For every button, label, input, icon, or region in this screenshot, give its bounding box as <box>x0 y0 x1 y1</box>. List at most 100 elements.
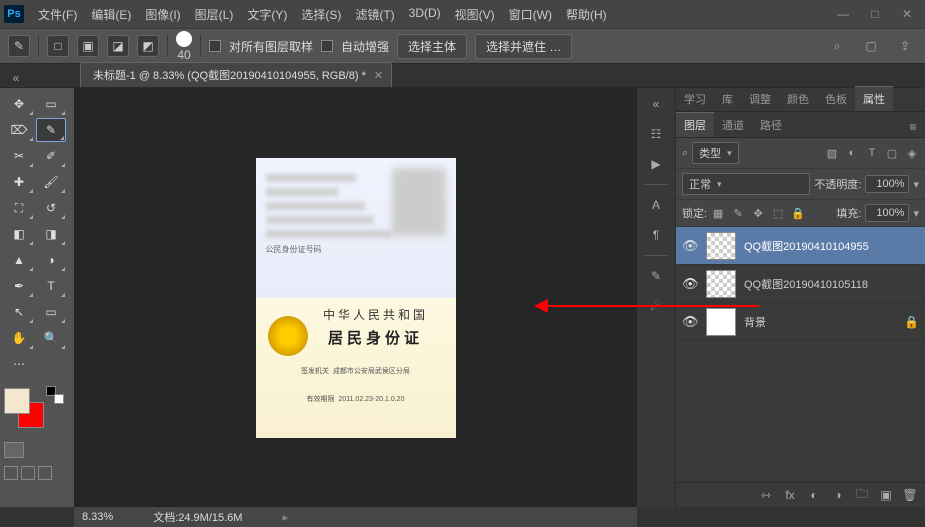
history-brush-tool[interactable]: ↺ <box>36 196 66 220</box>
fx-icon[interactable]: fx <box>781 487 799 503</box>
edit-toolbar[interactable]: ⋯ <box>4 352 34 376</box>
color-swatches[interactable] <box>4 388 44 428</box>
tab-layers[interactable]: 图层 <box>676 112 714 137</box>
marquee-tool[interactable]: ▭ <box>36 92 66 116</box>
close-tab-icon[interactable]: ✕ <box>374 69 383 82</box>
filter-smart-icon[interactable]: ◈ <box>905 146 919 160</box>
tab-learn[interactable]: 学习 <box>676 87 714 111</box>
blend-mode-dropdown[interactable]: 正常 <box>682 173 810 195</box>
lock-transparent-icon[interactable]: ▦ <box>711 206 725 220</box>
layer-row[interactable]: 👁 QQ截图20190410104955 <box>676 227 925 265</box>
brush-tool[interactable]: 🖌 <box>36 170 66 194</box>
foreground-color[interactable] <box>4 388 30 414</box>
filter-shape-icon[interactable]: ▢ <box>885 146 899 160</box>
filter-search-icon[interactable]: ⌕ <box>682 147 688 160</box>
menu-filter[interactable]: 滤镜(T) <box>349 2 400 27</box>
close-button[interactable]: ✕ <box>893 4 921 24</box>
brush-panel-icon[interactable]: ✎ <box>644 266 668 286</box>
pen-tool[interactable]: ✒ <box>4 274 34 298</box>
select-mask-button[interactable]: 选择并遮住 … <box>475 34 572 59</box>
crop-tool[interactable]: ✂ <box>4 144 34 168</box>
menu-file[interactable]: 文件(F) <box>32 2 83 27</box>
toolbox-collapse-icon[interactable]: « <box>4 68 28 88</box>
canvas-area[interactable]: 公民身份证号码 中华人民共和国 居民身份证 签发机关 成都市公安局武侯区分局 有… <box>74 88 637 507</box>
menu-text[interactable]: 文字(Y) <box>241 2 293 27</box>
subtract-selection-icon[interactable]: ◪ <box>107 35 129 57</box>
chevron-right-icon[interactable]: ▸ <box>282 511 288 524</box>
menu-select[interactable]: 选择(S) <box>295 2 347 27</box>
menu-3d[interactable]: 3D(D) <box>403 2 447 27</box>
search-icon[interactable]: ⌕ <box>825 36 849 56</box>
filter-adjustment-icon[interactable]: ◐ <box>845 146 859 160</box>
screen-mode-2[interactable] <box>21 466 35 480</box>
zoom-tool[interactable]: 🔍 <box>36 326 66 350</box>
visibility-icon[interactable]: 👁 <box>682 276 698 292</box>
menu-layer[interactable]: 图层(L) <box>189 2 240 27</box>
visibility-icon[interactable]: 👁 <box>682 314 698 330</box>
workspace-icon[interactable]: ▢ <box>859 36 883 56</box>
screen-mode-1[interactable] <box>4 466 18 480</box>
brush-size-box[interactable]: 40 <box>176 31 192 62</box>
mask-icon[interactable]: ◐ <box>805 487 823 503</box>
lock-pixels-icon[interactable]: ✎ <box>731 206 745 220</box>
layer-thumbnail[interactable] <box>706 232 736 260</box>
layer-row[interactable]: 👁 背景 🔒 <box>676 303 925 341</box>
screen-mode-3[interactable] <box>38 466 52 480</box>
stamp-tool[interactable]: ⛶ <box>4 196 34 220</box>
tab-channels[interactable]: 通道 <box>714 113 752 137</box>
path-select-tool[interactable]: ↖ <box>4 300 34 324</box>
heal-tool[interactable]: ✚ <box>4 170 34 194</box>
delete-layer-icon[interactable]: 🗑 <box>901 487 919 503</box>
add-selection-icon[interactable]: ▣ <box>77 35 99 57</box>
minimize-button[interactable]: — <box>829 4 857 24</box>
hand-tool[interactable]: ✋ <box>4 326 34 350</box>
eyedropper-tool[interactable]: ✐ <box>36 144 66 168</box>
quick-mask-icon[interactable] <box>4 442 24 458</box>
panel-menu-icon[interactable]: ≡ <box>901 117 925 137</box>
type-tool[interactable]: T <box>36 274 66 298</box>
filter-type-icon[interactable]: T <box>865 146 879 160</box>
share-icon[interactable]: ⇪ <box>893 36 917 56</box>
opacity-input[interactable]: 100% <box>865 175 909 193</box>
layer-name[interactable]: QQ截图20190410105118 <box>744 276 919 292</box>
doc-info[interactable]: 文档:24.9M/15.6M <box>153 509 242 525</box>
quick-select-tool[interactable]: ✎ <box>36 118 66 142</box>
shape-tool[interactable]: ▭ <box>36 300 66 324</box>
menu-window[interactable]: 窗口(W) <box>503 2 558 27</box>
tab-library[interactable]: 库 <box>714 87 741 111</box>
layer-thumbnail[interactable] <box>706 308 736 336</box>
menu-view[interactable]: 视图(V) <box>449 2 501 27</box>
history-icon[interactable]: ☷ <box>644 124 668 144</box>
menu-edit[interactable]: 编辑(E) <box>85 2 137 27</box>
menu-help[interactable]: 帮助(H) <box>560 2 613 27</box>
sample-all-checkbox[interactable] <box>209 40 221 52</box>
tab-swatches[interactable]: 色板 <box>817 87 855 111</box>
adjustment-layer-icon[interactable]: ◑ <box>829 487 847 503</box>
tool-preset-icon[interactable]: ✎ <box>8 35 30 57</box>
tab-properties[interactable]: 属性 <box>855 86 893 111</box>
visibility-icon[interactable]: 👁 <box>682 238 698 254</box>
collapse-panels-icon[interactable]: « <box>644 94 668 114</box>
zoom-level[interactable]: 8.33% <box>82 511 113 523</box>
default-colors[interactable] <box>46 386 64 404</box>
gradient-tool[interactable]: ◨ <box>36 222 66 246</box>
layer-thumbnail[interactable] <box>706 270 736 298</box>
filter-pixel-icon[interactable]: ▧ <box>825 146 839 160</box>
group-icon[interactable]: 🗀 <box>853 487 871 503</box>
doc-tab[interactable]: 未标题-1 @ 8.33% (QQ截图20190410104955, RGB/8… <box>80 62 392 87</box>
link-layers-icon[interactable]: ⇿ <box>757 487 775 503</box>
layer-name[interactable]: 背景 <box>744 314 896 330</box>
eraser-tool[interactable]: ◧ <box>4 222 34 246</box>
filter-type-dropdown[interactable]: 类型 <box>692 142 739 164</box>
lock-position-icon[interactable]: ✥ <box>751 206 765 220</box>
move-tool[interactable]: ✥ <box>4 92 34 116</box>
layer-name[interactable]: QQ截图20190410104955 <box>744 238 919 254</box>
paragraph-icon[interactable]: ¶ <box>644 225 668 245</box>
play-icon[interactable]: ▶ <box>644 154 668 174</box>
maximize-button[interactable]: □ <box>861 4 889 24</box>
new-layer-icon[interactable]: ▣ <box>877 487 895 503</box>
lock-artboard-icon[interactable]: ⬚ <box>771 206 785 220</box>
tab-color[interactable]: 颜色 <box>779 87 817 111</box>
character-icon[interactable]: A <box>644 195 668 215</box>
lock-all-icon[interactable]: 🔒 <box>791 206 805 220</box>
